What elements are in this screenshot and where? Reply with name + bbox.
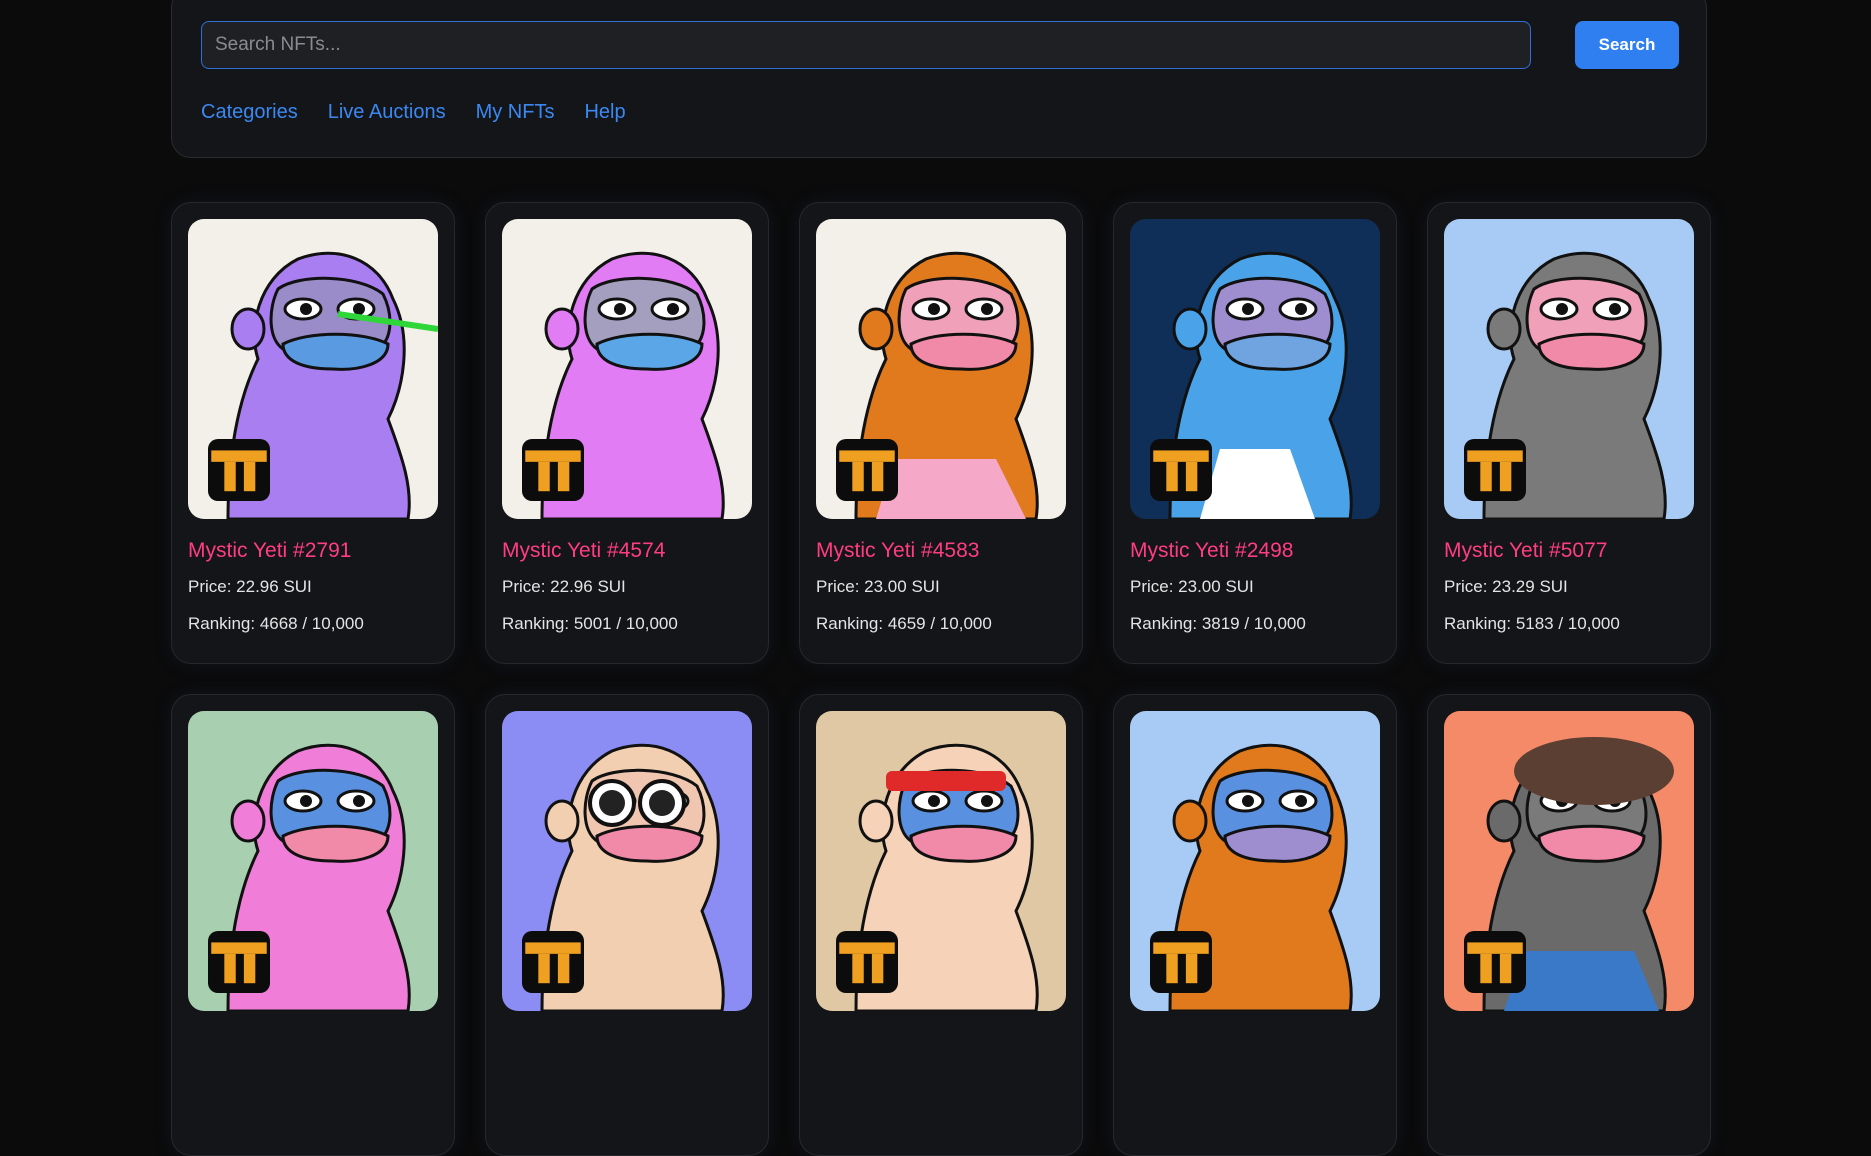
nft-card[interactable]: Mystic Yeti #4574 Price: 22.96 SUI Ranking… xyxy=(485,202,769,664)
nft-price: Price: 22.96 SUI xyxy=(502,577,626,596)
nft-title[interactable]: Mystic Yeti #4583 xyxy=(816,539,979,563)
nft-price: Price: 22.96 SUI xyxy=(188,577,312,596)
nft-image[interactable] xyxy=(502,711,752,1011)
collection-logo-icon xyxy=(836,931,898,993)
nft-image[interactable] xyxy=(816,711,1066,1011)
nft-image[interactable] xyxy=(1130,219,1380,519)
collection-logo-icon xyxy=(1464,439,1526,501)
nft-card[interactable]: Mystic Yeti #4583 Price: 23.00 SUI Ranking… xyxy=(799,202,1083,664)
nft-image[interactable] xyxy=(816,219,1066,519)
nft-card[interactable]: Mystic Yeti #2791 Price: 22.96 SUI Ranking… xyxy=(171,202,455,664)
collection-logo-icon xyxy=(208,931,270,993)
collection-logo-icon xyxy=(1464,931,1526,993)
nav-link-live-auctions[interactable]: Live Auctions xyxy=(328,101,446,124)
nft-card[interactable]: Mystic Yeti #2498 Price: 23.00 SUI Ranking… xyxy=(1113,202,1397,664)
nft-price: Price: 23.00 SUI xyxy=(816,577,940,596)
nft-ranking: Ranking: 4659 / 10,000 xyxy=(816,614,992,633)
nft-card[interactable] xyxy=(799,694,1083,1156)
nav-link-my-nfts[interactable]: My NFTs xyxy=(476,101,555,124)
collection-logo-icon xyxy=(1150,931,1212,993)
search-input[interactable] xyxy=(201,21,1531,69)
nft-card[interactable] xyxy=(171,694,455,1156)
search-panel: Search Categories Live Auctions My NFTs … xyxy=(171,0,1707,158)
nft-image[interactable] xyxy=(1444,711,1694,1011)
collection-logo-icon xyxy=(522,931,584,993)
nft-card[interactable] xyxy=(1113,694,1397,1156)
nav-link-categories[interactable]: Categories xyxy=(201,101,298,124)
nft-title[interactable]: Mystic Yeti #4574 xyxy=(502,539,665,563)
search-button[interactable]: Search xyxy=(1575,21,1679,69)
collection-logo-icon xyxy=(208,439,270,501)
nft-card[interactable]: Mystic Yeti #5077 Price: 23.29 SUI Ranking… xyxy=(1427,202,1711,664)
nft-title[interactable]: Mystic Yeti #2791 xyxy=(188,539,351,563)
nav-link-help[interactable]: Help xyxy=(584,101,625,124)
nft-title[interactable]: Mystic Yeti #5077 xyxy=(1444,539,1607,563)
nft-price: Price: 23.29 SUI xyxy=(1444,577,1568,596)
nav-links: Categories Live Auctions My NFTs Help xyxy=(201,101,656,124)
nft-card[interactable] xyxy=(1427,694,1711,1156)
nft-image[interactable] xyxy=(1130,711,1380,1011)
nft-card[interactable] xyxy=(485,694,769,1156)
nft-image[interactable] xyxy=(188,711,438,1011)
nft-title[interactable]: Mystic Yeti #2498 xyxy=(1130,539,1293,563)
nft-ranking: Ranking: 3819 / 10,000 xyxy=(1130,614,1306,633)
nft-ranking: Ranking: 4668 / 10,000 xyxy=(188,614,364,633)
nft-ranking: Ranking: 5001 / 10,000 xyxy=(502,614,678,633)
nft-image[interactable] xyxy=(1444,219,1694,519)
collection-logo-icon xyxy=(1150,439,1212,501)
nft-image[interactable] xyxy=(188,219,438,519)
nft-ranking: Ranking: 5183 / 10,000 xyxy=(1444,614,1620,633)
collection-logo-icon xyxy=(522,439,584,501)
nft-price: Price: 23.00 SUI xyxy=(1130,577,1254,596)
nft-image[interactable] xyxy=(502,219,752,519)
collection-logo-icon xyxy=(836,439,898,501)
